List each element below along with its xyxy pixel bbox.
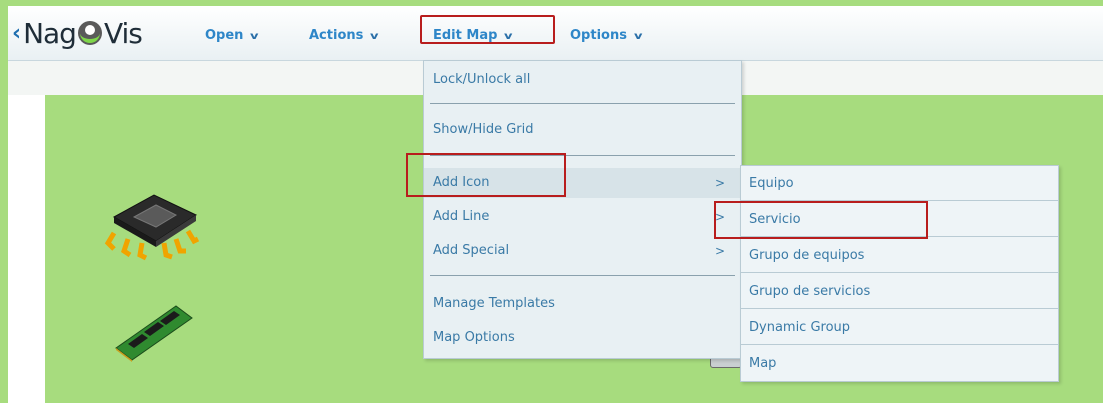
logo-text-left: Nag: [23, 16, 77, 50]
logo-text-right: Vis: [103, 16, 143, 50]
menu-actions[interactable]: Actions v: [309, 28, 379, 43]
left-white-margin: [8, 95, 45, 403]
menu-item-add-line[interactable]: Add Line >: [424, 202, 741, 232]
menu-actions-label: Actions: [309, 28, 364, 43]
menu-item-manage-templates[interactable]: Manage Templates: [424, 289, 741, 319]
menu-item-label: Add Special: [433, 243, 510, 258]
submenu-item-label: Equipo: [749, 176, 794, 191]
servicio-highlight-box: [714, 201, 928, 239]
add-icon-highlight-box: [406, 153, 566, 197]
menu-divider: [430, 103, 735, 104]
menu-item-label: Manage Templates: [433, 296, 555, 311]
menu-item-label: Map Options: [433, 330, 515, 345]
menu-item-add-special[interactable]: Add Special >: [424, 236, 741, 266]
submenu-item-label: Grupo de servicios: [749, 284, 871, 299]
edit-map-highlight-box: [420, 15, 555, 44]
submenu-item-label: Map: [749, 356, 777, 371]
cpu-chip-icon[interactable]: [104, 181, 204, 261]
submenu-item-label: Grupo de equipos: [749, 248, 865, 263]
menu-item-label: Lock/Unlock all: [433, 72, 531, 87]
menu-item-show-hide-grid[interactable]: Show/Hide Grid: [424, 115, 741, 145]
back-arrow-icon[interactable]: ‹: [12, 21, 21, 46]
submenu-item-grupo-de-servicios[interactable]: Grupo de servicios: [741, 274, 1058, 309]
ram-module-icon[interactable]: [112, 302, 196, 362]
menu-item-map-options[interactable]: Map Options: [424, 323, 741, 353]
chevron-down-icon: v: [370, 31, 379, 42]
menu-open[interactable]: Open v: [205, 28, 259, 43]
left-green-strip: [0, 0, 8, 403]
submenu-arrow-icon: >: [714, 244, 725, 258]
submenu-item-label: Dynamic Group: [749, 320, 851, 335]
submenu-item-map[interactable]: Map: [741, 346, 1058, 381]
logo-orb-icon: [77, 21, 102, 45]
menu-options-label: Options: [570, 28, 627, 43]
menu-options[interactable]: Options v: [570, 28, 643, 43]
add-icon-submenu: Equipo Servicio Grupo de equipos Grupo d…: [740, 165, 1059, 382]
submenu-arrow-icon: >: [714, 176, 725, 190]
menu-open-label: Open: [205, 28, 244, 43]
menu-item-lock-unlock[interactable]: Lock/Unlock all: [424, 65, 741, 95]
menu-item-label: Show/Hide Grid: [433, 122, 534, 137]
submenu-item-dynamic-group[interactable]: Dynamic Group: [741, 310, 1058, 345]
chevron-down-icon: v: [250, 31, 259, 42]
menu-item-label: Add Line: [433, 209, 490, 224]
edit-map-dropdown: Lock/Unlock all Show/Hide Grid Add Icon …: [423, 60, 742, 359]
submenu-item-grupo-de-equipos[interactable]: Grupo de equipos: [741, 238, 1058, 273]
nagvis-logo[interactable]: ‹ Nag Vis: [12, 16, 143, 50]
submenu-item-equipo[interactable]: Equipo: [741, 166, 1058, 201]
menu-divider: [430, 275, 735, 276]
chevron-down-icon: v: [633, 31, 643, 42]
header-bar: ‹ Nag Vis Open v Actions v Edit Map v Optio…: [8, 6, 1103, 61]
